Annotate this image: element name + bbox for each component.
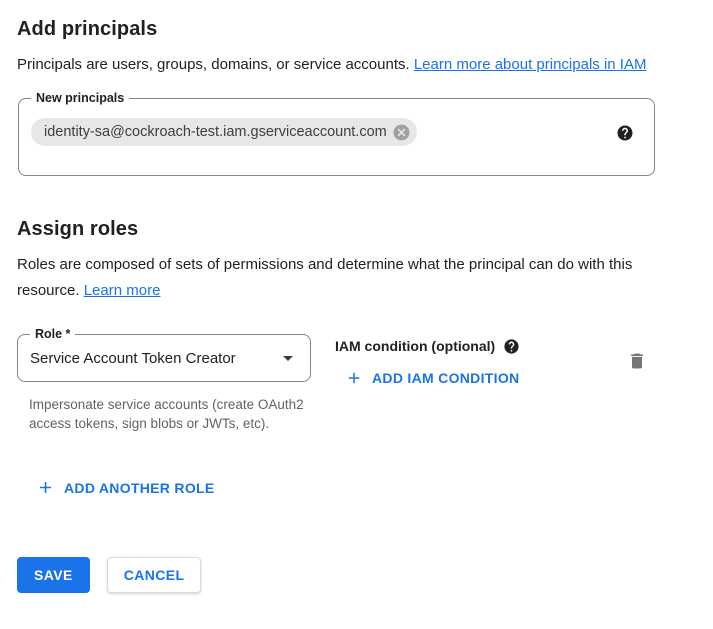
add-iam-condition-label: ADD IAM CONDITION (372, 370, 519, 386)
role-column: Role * Service Account Token Creator Imp… (17, 334, 312, 433)
learn-more-principals-link[interactable]: Learn more about principals in IAM (414, 56, 647, 73)
add-another-role-button[interactable]: ADD ANOTHER ROLE (28, 472, 223, 503)
add-another-role-label: ADD ANOTHER ROLE (64, 480, 215, 496)
intro-text-plain: Principals are users, groups, domains, o… (17, 56, 414, 73)
principal-chip: identity-sa@cockroach-test.iam.gservicea… (31, 118, 417, 146)
cancel-button[interactable]: CANCEL (107, 557, 202, 593)
save-button[interactable]: SAVE (17, 557, 90, 593)
help-icon[interactable] (503, 338, 520, 355)
role-label: Role * (30, 326, 75, 343)
role-select[interactable]: Role * Service Account Token Creator (17, 334, 311, 382)
plus-icon (36, 478, 55, 497)
iam-condition-label: IAM condition (optional) (335, 336, 495, 356)
delete-role-button[interactable] (627, 351, 647, 371)
new-principals-label: New principals (31, 90, 129, 107)
chevron-down-icon (276, 346, 300, 370)
role-helper-text: Impersonate service accounts (create OAu… (29, 395, 314, 433)
assign-roles-title: Assign roles (17, 216, 713, 242)
page-title: Add principals (17, 16, 713, 42)
assign-roles-description: Roles are composed of sets of permission… (17, 252, 677, 304)
new-principals-field[interactable]: New principals identity-sa@cockroach-tes… (18, 98, 655, 176)
add-iam-condition-button[interactable]: ADD IAM CONDITION (337, 363, 527, 393)
chip-remove-icon[interactable] (392, 123, 411, 142)
trash-icon (627, 351, 647, 371)
plus-icon (345, 369, 363, 387)
learn-more-roles-link[interactable]: Learn more (84, 282, 161, 299)
dialog-actions: SAVE CANCEL (17, 557, 713, 593)
delete-role-column (627, 334, 647, 433)
intro-text: Principals are users, groups, domains, o… (17, 52, 677, 78)
add-principals-panel: Add principals Principals are users, gro… (0, 0, 713, 593)
principal-chip-text: identity-sa@cockroach-test.iam.gservicea… (44, 118, 387, 146)
role-row: Role * Service Account Token Creator Imp… (17, 334, 713, 433)
role-selected-value: Service Account Token Creator (30, 350, 276, 367)
iam-condition-column: IAM condition (optional) ADD IAM CONDITI… (335, 334, 527, 433)
help-icon[interactable] (616, 124, 634, 142)
